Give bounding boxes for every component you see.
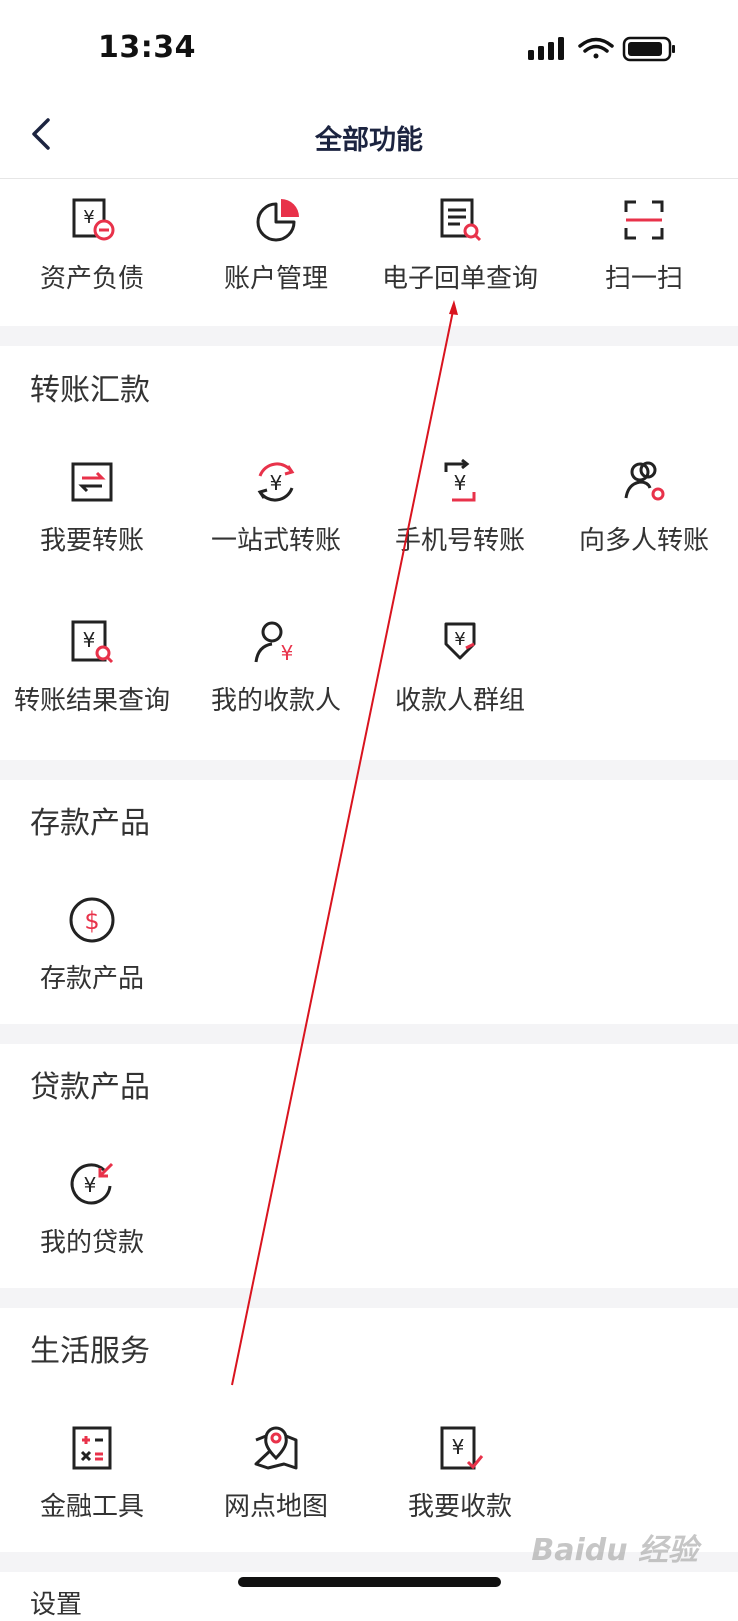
baidu-watermark: Baidu 经验	[531, 1533, 698, 1568]
home-indicator[interactable]	[238, 1577, 501, 1587]
annotation-arrow	[231, 300, 458, 1386]
